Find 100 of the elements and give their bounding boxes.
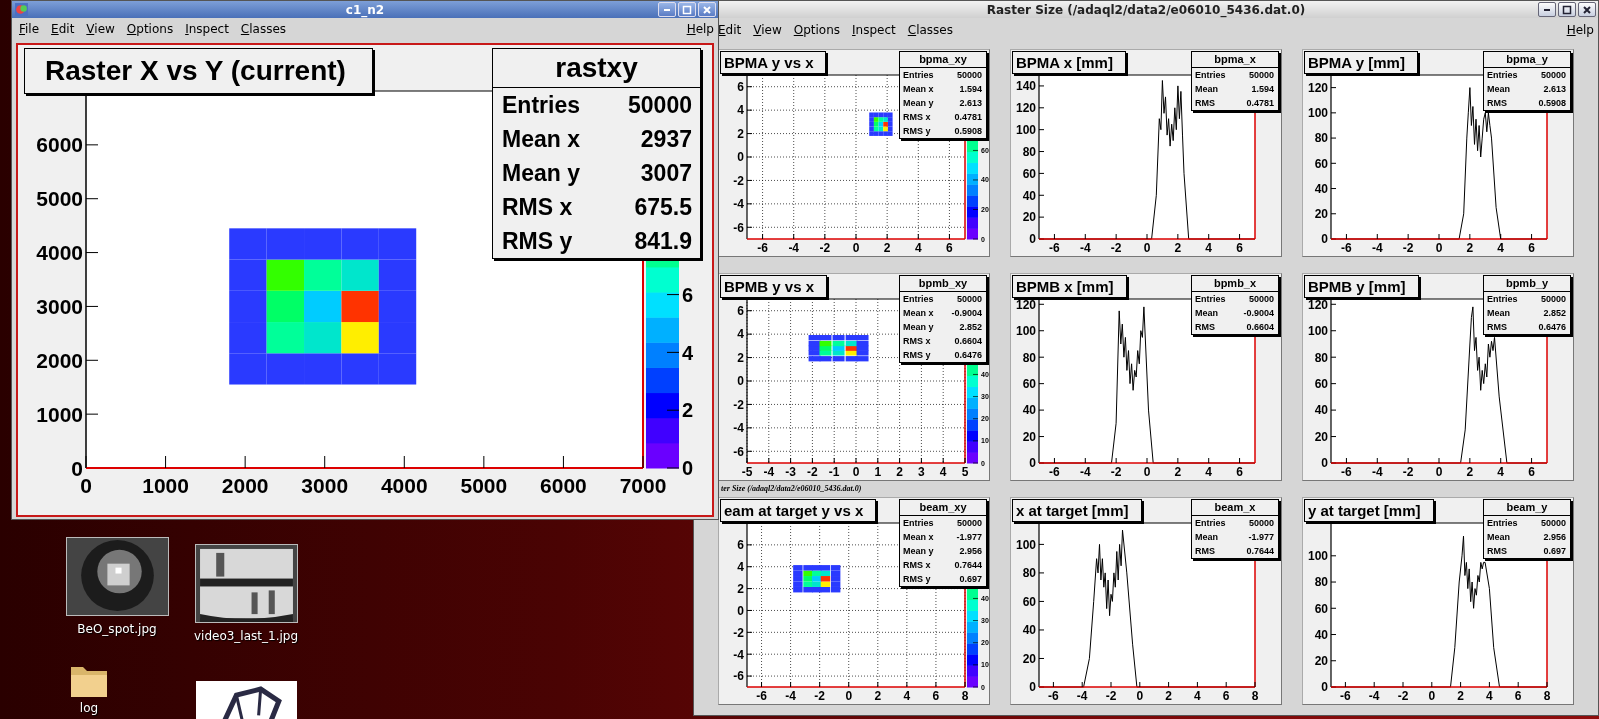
icon-label[interactable]: log [79,701,99,715]
tick-label: 6 [1528,465,1535,479]
tick-label: 80 [1022,350,1036,365]
stats-label: RMS [1195,321,1215,334]
stats-label: RMS [1195,545,1215,558]
tick-label: -4 [733,197,744,212]
stats-title: bpma_y [1484,52,1570,68]
tick-label: -2 [733,173,744,188]
menu-item[interactable]: Classes [907,23,953,37]
stats-value: 2.613 [959,97,982,110]
tick-label: -2 [1402,465,1414,479]
stats-value: 0.5908 [954,125,982,138]
tick-label: 0 [1435,465,1443,479]
tick-label: 100 [1015,123,1036,137]
tick-label: -1 [828,465,840,479]
tick-label: 2 [737,350,744,365]
tick-label: 0 [737,374,744,389]
icon-label[interactable]: BeO_spot.jpg [77,622,157,636]
plot-title: BPMA x [mm] [1012,51,1126,74]
maximize-icon [682,4,692,15]
menu-item[interactable]: View [753,23,782,37]
tick-label: 4 [1194,689,1201,703]
tick-label: 20 [1314,654,1328,669]
menu-item[interactable]: Help [686,22,714,36]
tick-label: 60 [1314,376,1328,391]
tick-label: -6 [1048,689,1059,703]
menu-item[interactable]: Inspect [852,23,896,37]
tick-label: 4 [737,560,744,575]
tick-label: 0 [1136,689,1144,703]
tick-label: -4 [763,465,775,479]
menu-item[interactable]: Classes [240,22,287,36]
scale-label: 2 [682,399,694,422]
stats-label: RMS x [502,193,573,221]
tick-label: 0 [852,241,860,255]
menu-item[interactable]: Options [793,23,841,37]
tick-label: 100 [1307,549,1328,564]
tick-label: 40 [1314,627,1328,642]
stats-title: beam_y [1484,500,1570,516]
menu-item[interactable]: Options [126,22,174,36]
data-bin [266,353,305,385]
stats-label: Mean [1195,307,1218,320]
stats-value: 2.852 [959,321,982,334]
tick-label: 5 [961,465,969,479]
menu-item[interactable]: File [19,22,40,36]
tick-label: 2000 [221,474,269,497]
tick-label: 40 [1022,188,1036,203]
tick-label: 6 [737,538,744,553]
tick-label: 2 [1174,465,1182,479]
stats-label: Entries [1487,293,1518,306]
tick-label: 20 [1022,429,1036,444]
menu-item[interactable]: Edit [51,22,75,36]
tick-label: 100 [1307,324,1328,339]
tick-label: 0 [1321,232,1328,247]
tick-label: 120 [1307,80,1328,95]
plot-title: BPMA y vs x [720,51,827,74]
stats-label: Entries [903,69,934,82]
tick-label: 5000 [460,474,508,497]
stats-label: Entries [903,517,934,530]
tick-label: -2 [1105,689,1117,703]
stats-label: Entries [903,293,934,306]
stats-label: Mean y [903,321,934,334]
plot-title: Raster X vs Y (current) [24,48,373,94]
data-bin [341,259,379,291]
stats-title: beam_xy [900,500,986,516]
stats-value: -1.977 [1248,531,1274,544]
stats-label: RMS y [502,227,573,255]
tick-label: 120 [1307,297,1328,312]
menu-item[interactable]: View [86,22,115,36]
tick-label: 8 [1251,689,1259,703]
tick-label: 100 [1015,537,1036,552]
stats-value: 0.5908 [1538,97,1566,110]
menu-item[interactable]: Edit [718,23,742,37]
tick-label: 0 [1029,456,1036,471]
stats-value: 0.7644 [1246,545,1274,558]
icon-label[interactable]: video3_last_1.jpg [193,629,299,643]
tick-label: -6 [1340,689,1351,703]
menu-item[interactable]: Help [1566,23,1594,37]
tick-label: 40 [1022,623,1036,638]
tick-label: 0 [1029,232,1036,247]
stats-label: Mean x [903,307,934,320]
tick-label: 60 [1314,156,1328,171]
menu-item[interactable]: Inspect [185,22,229,36]
stats-value: 50000 [628,91,692,119]
stats-value: 50000 [1540,517,1566,530]
data-bin [304,290,342,323]
tick-label: 80 [1314,575,1328,590]
tick-label: 2 [1457,689,1464,703]
stats-label: Mean [1487,531,1510,544]
stats-label: Mean x [502,125,580,153]
stats-value: 0.6604 [954,335,982,348]
tick-label: 80 [1022,144,1036,159]
tick-label: 2 [1466,465,1474,479]
tick-label: 0 [1029,680,1036,695]
stats-value: 675.5 [634,193,692,221]
stats-label: Entries [502,91,580,119]
plot-title: eam at target y vs x [720,499,877,522]
tick-label: 20 [1314,207,1328,222]
tick-label: -4 [1079,465,1091,479]
tick-label: 1 [874,465,882,479]
stats-label: Mean y [903,97,934,110]
